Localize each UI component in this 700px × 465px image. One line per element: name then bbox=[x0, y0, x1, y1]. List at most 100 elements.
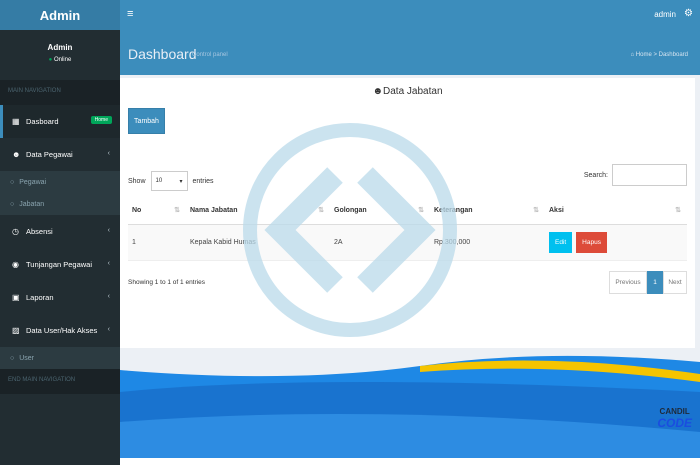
users-icon: ☻ bbox=[12, 150, 21, 159]
sidebar-item-dasboard[interactable]: ▦ Dasboard Home bbox=[0, 105, 120, 138]
money-icon: ◉ bbox=[12, 260, 19, 269]
sort-icon: ⇅ bbox=[675, 207, 681, 214]
show-label: Show bbox=[128, 177, 146, 185]
pagination-next[interactable]: Next bbox=[663, 271, 687, 294]
col-header-keterangan[interactable]: Keterangan ⇅ bbox=[430, 198, 545, 225]
circle-icon: ○ bbox=[10, 178, 15, 186]
top-navbar: ≡ admin ⚙ bbox=[120, 0, 700, 30]
sidebar-subitem-jabatan[interactable]: ○ Jabatan bbox=[0, 193, 120, 215]
sidebar-item-label: Tunjangan Pegawai bbox=[26, 260, 93, 269]
sidebar-header: MAIN NAVIGATION bbox=[0, 80, 120, 105]
sidebar-footer-header: END MAIN NAVIGATION bbox=[0, 369, 120, 394]
user-menu[interactable]: admin bbox=[654, 10, 676, 19]
cell-keterangan: Rp.300,000 bbox=[430, 224, 545, 261]
page-title: Dashboard bbox=[128, 46, 197, 62]
clock-icon: ◷ bbox=[12, 227, 19, 236]
sidebar-subitem-pegawai[interactable]: ○ Pegawai bbox=[0, 171, 120, 193]
sidebar-item-laporan[interactable]: ▣ Laporan ‹ bbox=[0, 281, 120, 314]
brand-line2: CODE bbox=[657, 415, 692, 430]
home-badge: Home bbox=[90, 116, 112, 124]
col-header-nama[interactable]: Nama Jabatan ⇅ bbox=[186, 198, 330, 225]
cell-aksi: Edit Hapus bbox=[545, 224, 687, 261]
search-area: Search: bbox=[584, 164, 687, 186]
chevron-left-icon: ‹ bbox=[107, 227, 110, 234]
chevron-down-icon: ▾ bbox=[179, 178, 183, 185]
submenu-data-pegawai: ○ Pegawai ○ Jabatan bbox=[0, 171, 120, 215]
report-icon: ▣ bbox=[12, 293, 20, 302]
entries-label: entries bbox=[192, 177, 214, 185]
tambah-button[interactable]: Tambah bbox=[128, 108, 165, 134]
table-row: 1 Kepala Kabid Humas 2A Rp.300,000 Edit … bbox=[128, 224, 687, 261]
footer bbox=[120, 458, 700, 465]
grid-icon: ▦ bbox=[12, 117, 20, 126]
brand-watermark: CANDIL CODE bbox=[657, 407, 692, 430]
chevron-left-icon: ‹ bbox=[107, 293, 110, 300]
circle-icon: ○ bbox=[10, 354, 15, 362]
breadcrumb: ⌂ Home > Dashboard bbox=[630, 52, 688, 58]
cell-nama: Kepala Kabid Humas bbox=[186, 224, 330, 261]
chevron-left-icon: ‹ bbox=[107, 326, 110, 333]
show-entries: Show 10 ▾ entries bbox=[128, 171, 214, 191]
gear-icon[interactable]: ⚙ bbox=[684, 8, 693, 19]
col-label: Nama Jabatan bbox=[190, 207, 238, 215]
breadcrumb-current: Dashboard bbox=[658, 52, 688, 58]
sidebar-item-tunjangan[interactable]: ◉ Tunjangan Pegawai ‹ bbox=[0, 248, 120, 281]
table-info: Showing 1 to 1 of 1 entries bbox=[128, 279, 205, 286]
table-header-row: No ⇅ Nama Jabatan ⇅ Golongan ⇅ Keterangan ⇅ … bbox=[128, 198, 687, 225]
box-title-text: Data Jabatan bbox=[383, 86, 443, 97]
users-icon: ☻ bbox=[372, 86, 384, 97]
sidebar-item-absensi[interactable]: ◷ Absensi ‹ bbox=[0, 215, 120, 248]
col-label: No bbox=[132, 207, 142, 215]
user-panel: Admin ● Online bbox=[0, 30, 120, 80]
cell-no: 1 bbox=[128, 224, 186, 261]
user-name: Admin bbox=[47, 43, 73, 52]
decorative-wave bbox=[120, 352, 700, 458]
user-status: ● Online bbox=[0, 57, 120, 63]
sort-icon: ⇅ bbox=[533, 207, 539, 214]
hamburger-icon[interactable]: ≡ bbox=[127, 8, 133, 20]
sidebar-item-label: Dasboard bbox=[26, 117, 59, 126]
submenu-data-user: ○ User bbox=[0, 347, 120, 369]
search-input[interactable] bbox=[612, 164, 687, 186]
online-dot-icon: ● bbox=[48, 57, 53, 63]
subitem-label: User bbox=[19, 354, 35, 362]
sidebar-item-label: Data User/Hak Akses bbox=[26, 326, 98, 335]
sort-icon: ⇅ bbox=[418, 207, 424, 214]
box-title: ☻Data Jabatan bbox=[120, 86, 695, 97]
sort-icon: ⇅ bbox=[318, 207, 324, 214]
content-header: Dashboard Control panel ⌂ Home > Dashboa… bbox=[120, 30, 700, 75]
sidebar-item-label: Absensi bbox=[26, 227, 53, 236]
status-text: Online bbox=[53, 57, 72, 63]
col-header-aksi[interactable]: Aksi ⇅ bbox=[545, 198, 687, 225]
jabatan-table: No ⇅ Nama Jabatan ⇅ Golongan ⇅ Keterangan ⇅ … bbox=[128, 198, 687, 261]
col-label: Keterangan bbox=[434, 207, 473, 215]
sidebar-item-label: Data Pegawai bbox=[26, 150, 73, 159]
pagination-page-1[interactable]: 1 bbox=[647, 271, 663, 294]
search-label: Search: bbox=[583, 171, 608, 179]
entries-select[interactable]: 10 ▾ bbox=[150, 171, 188, 191]
breadcrumb-home[interactable]: Home bbox=[636, 52, 652, 58]
chevron-left-icon: ‹ bbox=[107, 260, 110, 267]
page-subtitle: Control panel bbox=[192, 52, 228, 58]
col-label: Golongan bbox=[334, 207, 367, 215]
col-header-no[interactable]: No ⇅ bbox=[128, 198, 186, 225]
subitem-label: Jabatan bbox=[19, 200, 45, 208]
chevron-left-icon: ‹ bbox=[107, 150, 110, 157]
sidebar-item-label: Laporan bbox=[26, 293, 54, 302]
cell-golongan: 2A bbox=[330, 224, 430, 261]
data-jabatan-box: ☻Data Jabatan Tambah Show 10 ▾ entries Se… bbox=[120, 78, 695, 348]
hapus-button[interactable]: Hapus bbox=[576, 231, 607, 253]
sort-icon: ⇅ bbox=[174, 207, 180, 214]
sidebar-item-data-pegawai[interactable]: ☻ Data Pegawai ‹ bbox=[0, 138, 120, 171]
app-logo[interactable]: Admin bbox=[0, 0, 120, 30]
col-header-golongan[interactable]: Golongan ⇅ bbox=[330, 198, 430, 225]
subitem-label: Pegawai bbox=[19, 178, 47, 186]
sidebar-subitem-user[interactable]: ○ User bbox=[0, 347, 120, 369]
sidebar: Admin ● Online MAIN NAVIGATION ▦ Dasboar… bbox=[0, 30, 120, 465]
pagination-previous[interactable]: Previous bbox=[609, 271, 647, 294]
circle-icon: ○ bbox=[10, 200, 15, 208]
edit-button[interactable]: Edit bbox=[549, 231, 573, 253]
sidebar-item-data-user[interactable]: ▨ Data User/Hak Akses ‹ bbox=[0, 314, 120, 347]
lock-icon: ▨ bbox=[12, 326, 20, 335]
col-label: Aksi bbox=[549, 207, 564, 215]
